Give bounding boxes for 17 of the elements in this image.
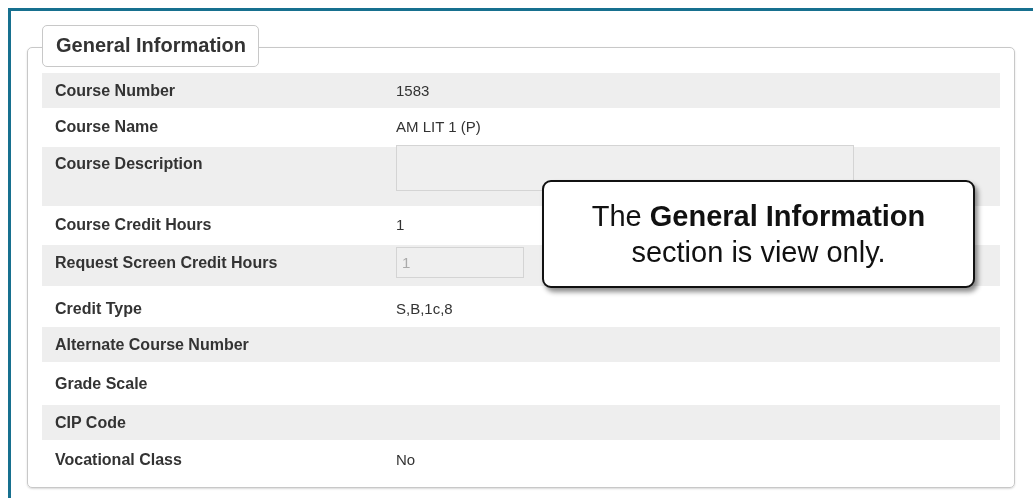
field-value: 1 (396, 216, 405, 233)
section-title: General Information (42, 25, 260, 67)
field-value: S,B,1c,8 (396, 300, 453, 317)
field-label: Vocational Class (55, 451, 183, 469)
callout-text: The General Information section is view only. (590, 199, 927, 270)
field-label: Course Number (55, 82, 177, 100)
field-label: Credit Type (55, 300, 143, 318)
field-label: Alternate Course Number (55, 336, 250, 354)
field-value: 1583 (396, 82, 430, 99)
field-label: Grade Scale (55, 375, 149, 393)
field-label: Course Name (55, 118, 160, 136)
field-value: No (396, 451, 416, 468)
field-label: Request Screen Credit Hours (55, 254, 279, 272)
field-label: Course Description (55, 155, 204, 173)
field-label: Course Credit Hours (55, 216, 213, 234)
field-value: AM LIT 1 (P) (396, 118, 481, 135)
field-label: CIP Code (55, 414, 127, 432)
